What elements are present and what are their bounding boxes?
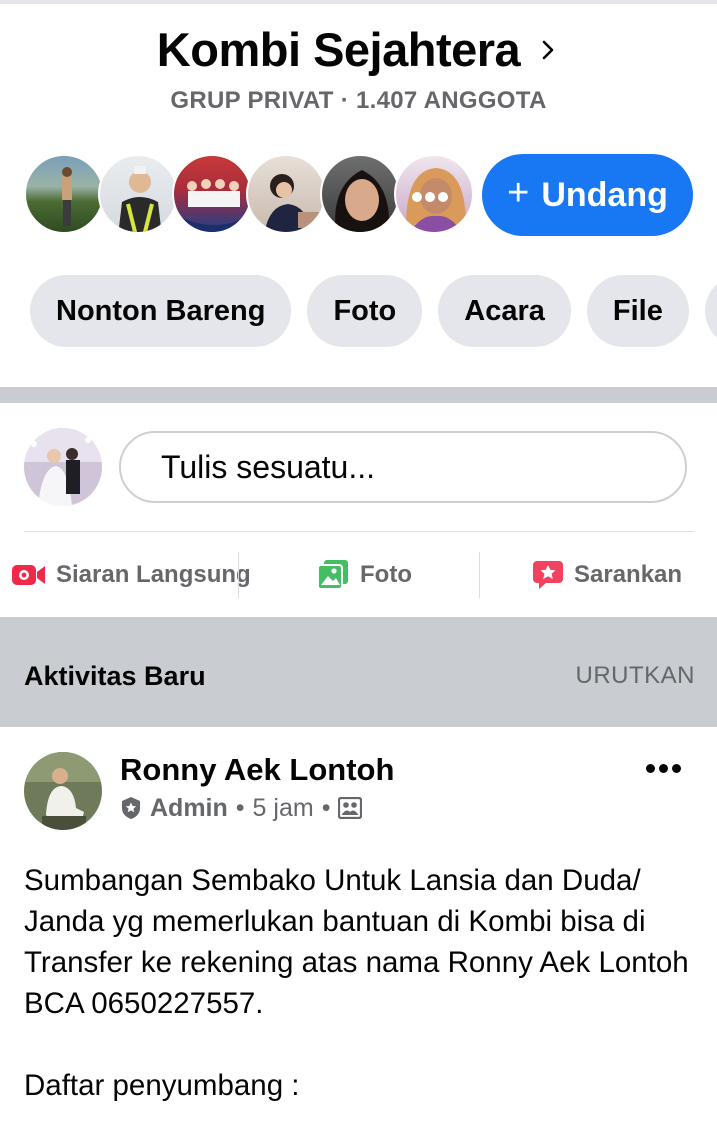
recommend-label: Sarankan xyxy=(574,561,683,588)
group-privacy: GRUP PRIVAT xyxy=(170,87,334,114)
tab-nonton-bareng[interactable]: Nonton Bareng xyxy=(30,275,292,347)
group-name[interactable]: Kombi Sejahtera xyxy=(157,22,521,77)
group-header: Kombi Sejahtera GRUP PRIVAT · 1.407 ANGG… xyxy=(0,22,717,115)
composer-divider xyxy=(24,531,694,532)
tab-file[interactable]: File xyxy=(586,275,689,347)
tab-foto[interactable]: Foto xyxy=(307,275,423,347)
composer-input[interactable]: Tulis sesuatu... xyxy=(119,431,687,503)
meta-dot: • xyxy=(321,793,331,822)
meta-dot: • xyxy=(235,793,245,822)
photo-label: Foto xyxy=(360,561,412,588)
invite-label: Undang xyxy=(541,175,668,214)
composer-actions: Siaran Langsung Foto Sarankan xyxy=(0,552,717,598)
post-author-name[interactable]: Ronny Aek Lontoh xyxy=(120,752,394,788)
user-avatar[interactable] xyxy=(24,428,102,506)
action-separator xyxy=(238,552,239,598)
member-avatar[interactable] xyxy=(320,154,400,234)
photo-button[interactable]: Foto xyxy=(318,552,412,598)
group-meta: GRUP PRIVAT · 1.407 ANGGOTA xyxy=(0,87,717,115)
group-tabs: Nonton BarengFotoAcaraFileA xyxy=(30,275,717,347)
activity-title: Aktivitas Baru xyxy=(24,661,206,691)
top-divider xyxy=(0,0,717,4)
photo-icon xyxy=(318,560,348,590)
plus-icon: + xyxy=(507,172,530,214)
post-body: Sumbangan Sembako Untuk Lansia dan Duda/… xyxy=(24,864,689,1102)
member-avatar[interactable] xyxy=(246,154,326,234)
member-avatar[interactable] xyxy=(172,154,252,234)
live-video-label: Siaran Langsung xyxy=(56,561,251,588)
member-avatar[interactable] xyxy=(394,154,474,234)
post-time[interactable]: 5 jam xyxy=(253,794,314,823)
post-author-role: Admin xyxy=(150,793,228,822)
action-separator xyxy=(479,552,480,598)
group-member-count: 1.407 ANGGOTA xyxy=(355,87,547,114)
post-meta: Admin • 5 jam • xyxy=(120,793,363,823)
more-members-icon[interactable] xyxy=(412,189,452,203)
sort-button[interactable]: URUTKAN xyxy=(575,662,695,690)
member-avatars[interactable] xyxy=(24,154,474,236)
tab-acara[interactable]: Acara xyxy=(438,275,571,347)
live-video-icon xyxy=(12,565,45,585)
member-avatar[interactable] xyxy=(98,154,178,234)
group-members-icon xyxy=(338,797,363,819)
recommend-button[interactable]: Sarankan xyxy=(532,552,682,598)
live-video-button[interactable]: Siaran Langsung xyxy=(12,552,251,598)
post-author-avatar[interactable] xyxy=(24,752,102,830)
activity-header: Aktivitas Baru URUTKAN xyxy=(0,617,717,727)
meta-separator: · xyxy=(333,87,356,114)
recommend-icon xyxy=(533,561,563,589)
group-title-link[interactable]: Kombi Sejahtera xyxy=(157,22,560,77)
post-options-icon[interactable] xyxy=(646,760,686,774)
admin-badge-icon xyxy=(122,797,140,819)
member-avatar[interactable] xyxy=(24,154,104,234)
tab-more[interactable]: A xyxy=(704,275,717,347)
section-divider xyxy=(0,387,717,403)
chevron-right-icon[interactable] xyxy=(536,38,560,62)
invite-button[interactable]: + Undang xyxy=(482,154,693,236)
